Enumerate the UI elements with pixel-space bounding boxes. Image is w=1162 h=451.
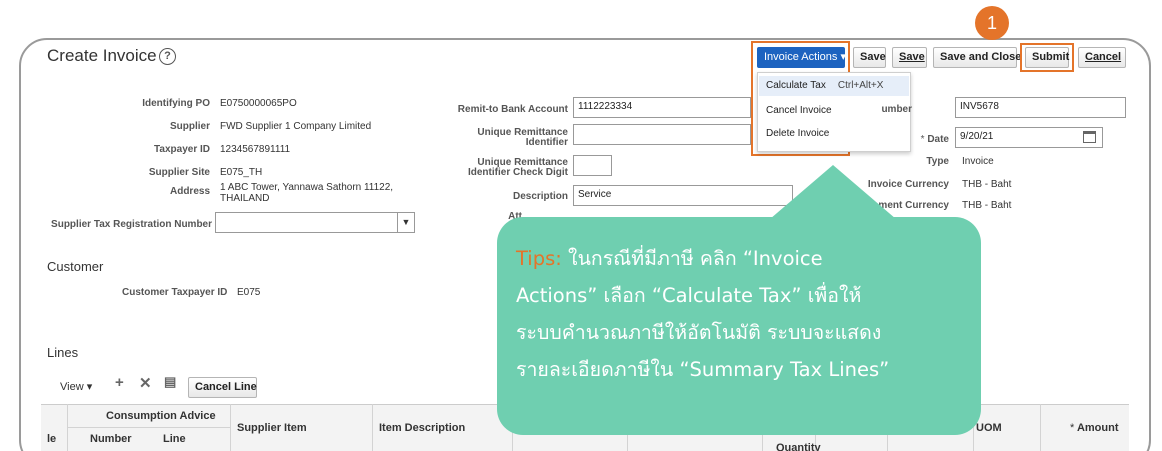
remit-bank-label: Remit-to Bank Account	[457, 104, 568, 115]
description-label: Description	[512, 191, 568, 202]
save-button[interactable]: Save	[853, 47, 886, 68]
supplier-tax-registration-select[interactable]: ▼	[215, 212, 415, 233]
required-marker: *	[920, 134, 925, 145]
column-header-line: Line	[163, 433, 186, 445]
tip-line-2: Actions” เลือก “Calculate Tax” เพื่อให้	[516, 284, 862, 307]
tip-line-4: รายละเอียดภาษีใน “Summary Tax Lines”	[516, 358, 890, 381]
check-digit-input[interactable]	[573, 155, 612, 176]
identifying-po-value: E0750000065PO	[220, 98, 297, 109]
menu-item-shortcut: Ctrl+Alt+X	[837, 80, 884, 91]
taxpayer-id-value: 1234567891111	[220, 144, 291, 155]
column-divider	[1040, 404, 1041, 451]
submit-highlight	[1020, 43, 1074, 72]
tip-line-1: Tips: ในกรณีที่มีภาษี คลิก “Invoice	[516, 240, 976, 277]
date-input[interactable]: 9/20/21	[955, 127, 1103, 148]
column-header-amount-text: Amount	[1076, 422, 1119, 434]
customer-taxpayer-value: E075	[237, 287, 261, 298]
identifying-po-label: Identifying PO	[142, 98, 210, 109]
supplier-label: Supplier	[169, 121, 210, 132]
lines-section-title: Lines	[47, 345, 79, 360]
delete-icon[interactable]: ✕	[139, 374, 152, 392]
supplier-site-value: E075_TH	[220, 167, 263, 178]
column-header-le: le	[47, 433, 57, 445]
address-line1: 1 ABC Tower, Yannawa Sathorn 11122,	[220, 182, 394, 193]
supplier-tax-registration-label: Supplier Tax Registration Number	[51, 219, 212, 230]
menu-item-delete-invoice[interactable]: Delete Invoice	[766, 128, 829, 139]
add-icon[interactable]: +	[115, 374, 124, 391]
column-header-uom: UOM	[976, 422, 1002, 434]
check-digit-label-line2: Identifier Check Digit	[467, 167, 568, 178]
column-header-amount: * Amount	[1070, 422, 1118, 434]
chevron-down-icon: ▾	[86, 381, 93, 393]
address-label: Address	[169, 186, 210, 197]
tip-text: Tips: ในกรณีที่มีภาษี คลิก “Invoice Acti…	[516, 240, 976, 388]
tip-label: Tips:	[516, 247, 562, 270]
type-label: Type	[926, 156, 949, 167]
menu-item-cancel-invoice[interactable]: Cancel Invoice	[766, 105, 832, 116]
supplier-site-label: Supplier Site	[148, 167, 210, 178]
dropdown-arrow-icon[interactable]: ▼	[397, 213, 414, 232]
step-badge: 1	[975, 6, 1009, 40]
page-title: Create Invoice	[47, 46, 157, 65]
cancel-button[interactable]: Cancel	[1078, 47, 1126, 68]
customer-section-title: Customer	[47, 259, 104, 274]
customer-taxpayer-label: Customer Taxpayer ID	[122, 287, 228, 298]
menu-item-calculate-tax[interactable]: Calculate Tax Ctrl+Alt+X	[759, 76, 909, 96]
calendar-icon[interactable]	[1083, 131, 1096, 143]
description-input[interactable]: Service	[573, 185, 793, 206]
invoice-currency-value: THB - Baht	[962, 179, 1012, 190]
column-header-quantity: Quantity	[776, 442, 821, 451]
save-and-close-button[interactable]: Save and Close	[933, 47, 1021, 68]
menu-item-label: Calculate Tax	[766, 80, 826, 91]
save-alt-button[interactable]: Save	[892, 47, 927, 68]
unique-remittance-input[interactable]	[573, 124, 751, 145]
tip-line-3: ระบบคำนวณภาษีให้อัตโนมัติ ระบบจะแสดง	[516, 321, 882, 344]
date-label-text: Date	[927, 134, 949, 145]
payment-currency-value: THB - Baht	[962, 200, 1012, 211]
column-header-number: Number	[90, 433, 132, 445]
remit-bank-input[interactable]: 1112223334	[573, 97, 751, 118]
column-divider	[230, 404, 231, 451]
unique-remittance-label-line2: Identifier	[525, 137, 568, 148]
invoice-number-label: umber	[881, 104, 912, 115]
invoice-number-input[interactable]: INV5678	[955, 97, 1126, 118]
type-value: Invoice	[962, 156, 994, 167]
cancel-line-button[interactable]: Cancel Line	[188, 377, 257, 398]
taxpayer-id-label: Taxpayer ID	[154, 144, 210, 155]
help-icon[interactable]: ?	[159, 48, 176, 65]
column-header-consumption-advice: Consumption Advice	[106, 410, 216, 422]
detach-table-icon[interactable]: ▤	[164, 374, 176, 390]
column-header-item-description: Item Description	[379, 422, 466, 434]
view-menu[interactable]: View ▾	[60, 380, 92, 393]
column-divider	[372, 404, 373, 451]
supplier-value: FWD Supplier 1 Company Limited	[220, 121, 372, 132]
date-label: * Date	[921, 134, 949, 145]
tip-callout-pointer	[770, 165, 896, 219]
header-subdivider	[67, 427, 230, 428]
required-marker: *	[1070, 422, 1075, 434]
column-header-supplier-item: Supplier Item	[237, 422, 307, 434]
view-label: View	[60, 381, 84, 393]
date-value: 9/20/21	[960, 131, 994, 142]
tip-line-1-text: ในกรณีที่มีภาษี คลิก “Invoice	[561, 247, 823, 270]
address-line2: THAILAND	[220, 193, 270, 204]
